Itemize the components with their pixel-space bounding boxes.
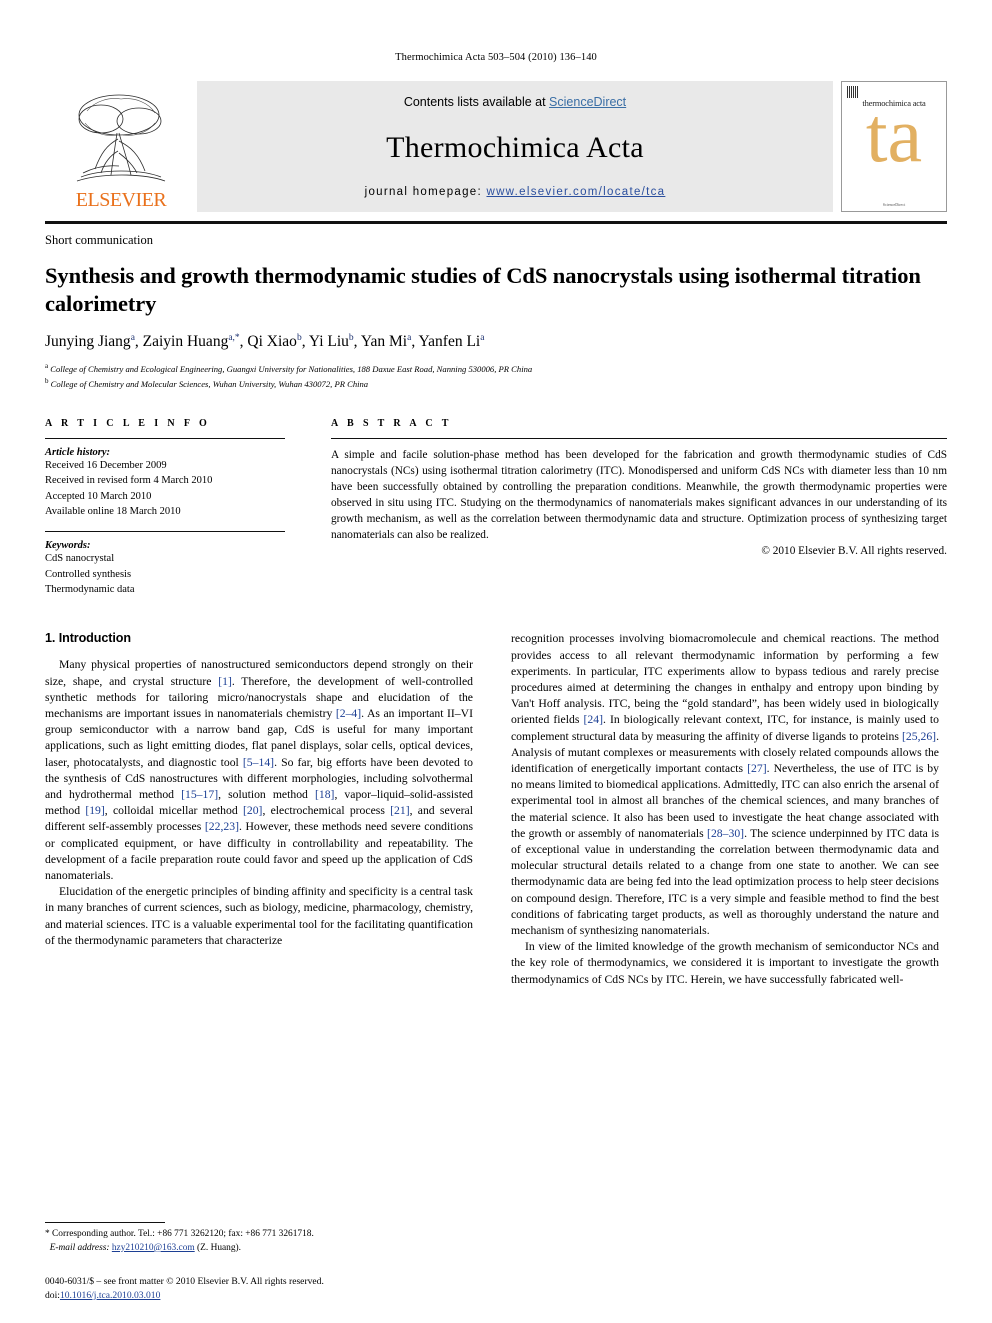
issn-copyright-block: 0040-6031/$ – see front matter © 2010 El… xyxy=(45,1275,505,1303)
email-label: E-mail address: xyxy=(49,1242,110,1253)
affiliation: a College of Chemistry and Ecological En… xyxy=(45,362,533,375)
author-list: Junying Jianga, Zaiyin Huanga,*, Qi Xiao… xyxy=(45,333,485,351)
citation-ref[interactable]: [18] xyxy=(315,788,334,801)
citation-ref[interactable]: [22,23] xyxy=(205,820,239,833)
corresponding-author-note: * Corresponding author. Tel.: +86 771 32… xyxy=(45,1229,314,1240)
body-column-right: recognition processes involving biomacro… xyxy=(511,631,939,987)
abstract-column: A B S T R A C T A simple and facile solu… xyxy=(331,418,947,597)
article-page: Thermochimica Acta 503–504 (2010) 136–14… xyxy=(0,0,992,1323)
barcode-icon xyxy=(847,86,859,98)
footnote-block: * Corresponding author. Tel.: +86 771 32… xyxy=(45,1222,473,1255)
author-name: Yi Liub xyxy=(308,333,354,351)
journal-cover-thumbnail: ta thermochimica acta ScienceDirect xyxy=(841,81,947,212)
info-abstract-block: A R T I C L E I N F O Article history: R… xyxy=(45,418,947,597)
cover-journal-name: thermochimica acta xyxy=(862,98,926,108)
contents-available-line: Contents lists available at ScienceDirec… xyxy=(404,95,626,109)
citation-ref[interactable]: [2–4] xyxy=(336,707,361,720)
email-owner: (Z. Huang). xyxy=(197,1242,242,1253)
masthead-center: Contents lists available at ScienceDirec… xyxy=(197,81,833,212)
doi-line: doi:10.1016/j.tca.2010.03.010 xyxy=(45,1289,505,1303)
citation-ref[interactable]: [25,26] xyxy=(902,730,936,743)
page-title: Synthesis and growth thermodynamic studi… xyxy=(45,263,921,317)
elsevier-tree-icon xyxy=(76,94,166,182)
homepage-prefix: journal homepage: xyxy=(364,186,487,198)
abstract-heading: A B S T R A C T xyxy=(331,418,452,430)
author-affiliation-mark: a xyxy=(480,333,485,344)
cover-footer-text: ScienceDirect xyxy=(882,202,906,207)
article-history-lines: Received 16 December 2009 Received in rev… xyxy=(45,458,285,519)
paragraph-left-1: Many physical properties of nanostructur… xyxy=(45,658,473,883)
citation-ref[interactable]: [20] xyxy=(243,804,262,817)
keywords-lines: CdS nanocrystal Controlled synthesis Therm… xyxy=(45,551,285,597)
citation-ref[interactable]: [27] xyxy=(747,762,766,775)
citation-ref[interactable]: [21] xyxy=(390,804,409,817)
journal-homepage-link[interactable]: www.elsevier.com/locate/tca xyxy=(486,186,665,198)
elsevier-wordmark: ELSEVIER xyxy=(75,189,167,211)
cover-ta-mark: ta xyxy=(865,91,923,178)
article-info-column: A R T I C L E I N F O Article history: R… xyxy=(45,418,285,597)
paragraph-right-1: recognition processes involving biomacro… xyxy=(511,632,940,938)
doi-link[interactable]: 10.1016/j.tca.2010.03.010 xyxy=(60,1290,160,1301)
footnote-divider xyxy=(45,1222,165,1224)
article-history-item: Available online 18 March 2010 xyxy=(45,506,181,518)
citation-ref[interactable]: [5–14] xyxy=(243,756,274,769)
article-history-item: Received 16 December 2009 xyxy=(45,460,167,472)
author-name: Yan Mia xyxy=(360,333,412,351)
journal-title: Thermochimica Acta xyxy=(386,130,644,164)
author-affiliation-mark: b xyxy=(296,333,302,344)
affiliation-mark: b xyxy=(45,376,49,385)
affiliation: b College of Chemistry and Molecular Sci… xyxy=(45,376,369,389)
email-link[interactable]: hzy210210@163.com xyxy=(112,1243,195,1253)
affiliation-list: a College of Chemistry and Ecological En… xyxy=(45,361,947,390)
email-note: E-mail address: hzy210210@163.com (Z. Hu… xyxy=(45,1242,473,1255)
section-heading-introduction: 1. Introduction xyxy=(45,631,131,646)
citation-ref[interactable]: [28–30] xyxy=(707,827,744,840)
abstract-text: A simple and facile solution-phase metho… xyxy=(331,449,947,542)
body-columns: 1. Introduction Many physical properties… xyxy=(45,631,947,987)
author-affiliation-mark: a,* xyxy=(228,333,240,344)
contents-prefix: Contents lists available at xyxy=(403,95,550,109)
article-history-label: Article history: xyxy=(45,447,111,459)
citation-ref[interactable]: [15–17] xyxy=(181,788,218,801)
citation-ref[interactable]: [1] xyxy=(218,675,232,688)
author-affiliation-mark: a xyxy=(130,333,135,344)
running-head: Thermochimica Acta 503–504 (2010) 136–14… xyxy=(395,52,597,63)
paragraph-right-2: In view of the limited knowledge of the … xyxy=(511,940,939,986)
paragraph-left-2: Elucidation of the energetic principles … xyxy=(45,885,473,947)
body-column-left: 1. Introduction Many physical properties… xyxy=(45,631,473,987)
article-history-item: Received in revised form 4 March 2010 xyxy=(45,475,213,487)
author-affiliation-mark: a xyxy=(407,333,412,344)
keyword-item: CdS nanocrystal xyxy=(45,553,115,565)
article-info-heading: A R T I C L E I N F O xyxy=(45,418,211,430)
article-type: Short communication xyxy=(45,233,153,247)
divider xyxy=(45,531,285,533)
keywords-label: Keywords: xyxy=(45,540,91,552)
author-affiliation-mark: b xyxy=(348,333,354,344)
elsevier-logo: ELSEVIER xyxy=(45,81,197,212)
doi-label: doi: xyxy=(45,1289,60,1301)
masthead-divider xyxy=(45,221,947,224)
divider xyxy=(331,438,947,440)
author-name: Junying Jianga xyxy=(45,333,135,351)
author-name: Zaiyin Huanga,* xyxy=(142,333,240,351)
journal-masthead: ELSEVIER Contents lists available at Sci… xyxy=(45,81,947,212)
citation-ref[interactable]: [24] xyxy=(583,713,602,726)
citation-ref[interactable]: [19] xyxy=(85,804,104,817)
journal-homepage-line: journal homepage: www.elsevier.com/locat… xyxy=(365,186,666,198)
issn-line: 0040-6031/$ – see front matter © 2010 El… xyxy=(45,1275,324,1287)
affiliation-mark: a xyxy=(45,362,49,371)
divider xyxy=(45,438,285,440)
author-name: Qi Xiaob xyxy=(247,333,302,351)
keyword-item: Thermodynamic data xyxy=(45,584,135,596)
abstract-copyright: © 2010 Elsevier B.V. All rights reserved… xyxy=(761,545,947,558)
sciencedirect-link[interactable]: ScienceDirect xyxy=(549,95,626,109)
keyword-item: Controlled synthesis xyxy=(45,568,132,580)
article-history-item: Accepted 10 March 2010 xyxy=(45,490,152,502)
author-name: Yanfen Lia xyxy=(418,333,485,351)
